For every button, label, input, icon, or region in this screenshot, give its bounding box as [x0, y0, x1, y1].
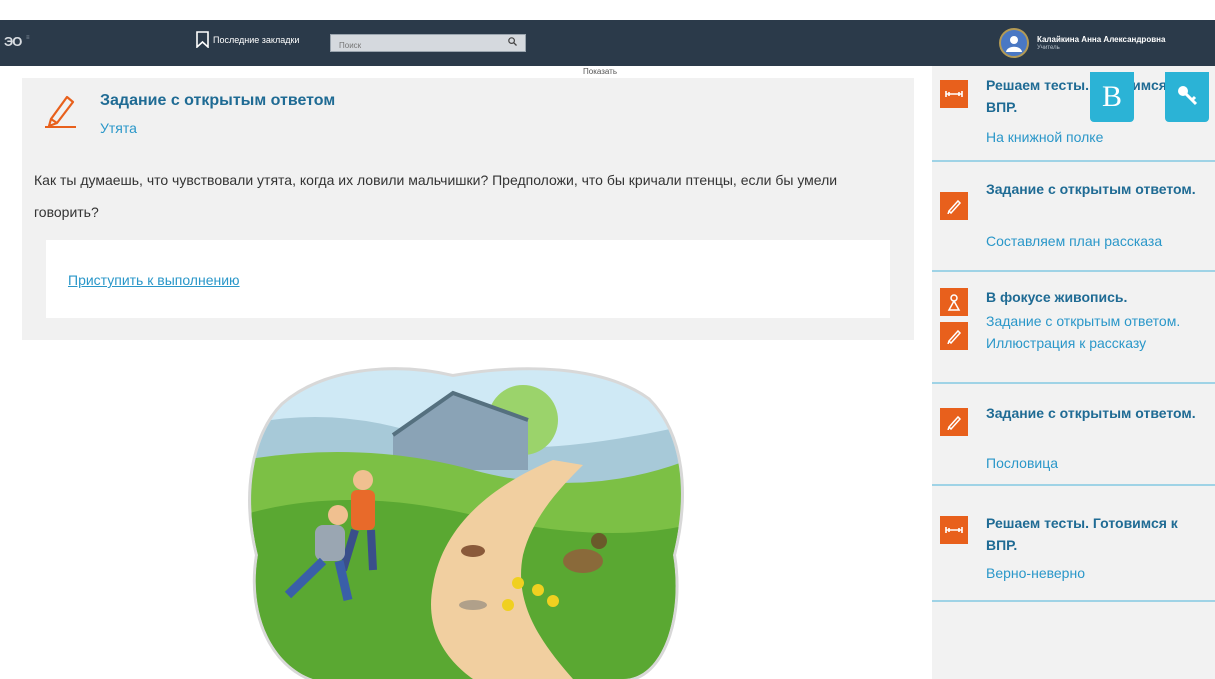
test-icon [940, 80, 968, 108]
sidebar: Решаем тесты. Готовимся к ВПР. На книжно… [932, 66, 1215, 679]
sidebar-item-plan[interactable]: Задание с открытым ответом. Составляем п… [932, 164, 1215, 272]
task-card: Задание с открытым ответом Утята Как ты … [22, 78, 914, 340]
user-menu[interactable]: Калайкина Анна Александровна Учитель [999, 28, 1165, 58]
pencil-icon [42, 92, 78, 133]
search-icon[interactable] [508, 37, 517, 48]
sidebar-item-title: Задание с открытым ответом. [986, 181, 1196, 197]
font-label: B [1101, 80, 1122, 113]
sidebar-item-subtitle: Верно-неверно [986, 565, 1085, 581]
painting-icon [940, 288, 968, 316]
pencil-icon [940, 322, 968, 350]
sidebar-item-subtitle: На книжной полке [986, 129, 1104, 145]
task-subtitle[interactable]: Утята [100, 120, 137, 136]
user-role: Учитель [1037, 45, 1060, 51]
start-box: Приступить к выполнению [46, 240, 890, 318]
sidebar-item-title: Решаем тесты. Готовимся к ВПР. [986, 515, 1178, 553]
page: ЭО ≡ Последние закладки Калайкина Анна А… [0, 0, 1215, 679]
sidebar-item-proverb[interactable]: Задание с открытым ответом. Пословица [932, 386, 1215, 486]
user-info: Калайкина Анна Александровна Учитель [1037, 35, 1165, 51]
pencil-icon [940, 192, 968, 220]
search-input[interactable] [331, 37, 501, 54]
key-icon [1176, 84, 1198, 111]
test-icon [940, 516, 968, 544]
show-link[interactable]: Показать [583, 67, 617, 76]
tools-button[interactable] [1165, 72, 1209, 122]
bookmarks-button[interactable]: Последние закладки [196, 31, 299, 48]
sidebar-item-subtitle: Пословица [986, 455, 1059, 471]
sidebar-item-title: В фокусе живопись. [986, 289, 1128, 305]
app-logo[interactable]: ЭО [4, 34, 22, 49]
font-toggle-button[interactable]: B [1090, 72, 1134, 122]
search-box [330, 34, 526, 54]
sidebar-item-painting[interactable]: В фокусе живопись. Задание с открытым от… [932, 274, 1215, 384]
avatar [999, 28, 1029, 58]
pencil-icon [940, 408, 968, 436]
sidebar-item-subtitle: Составляем план рассказа [986, 233, 1163, 249]
menu-icon[interactable]: ≡ [26, 35, 30, 41]
ducklings-illustration [243, 365, 688, 679]
bookmark-icon [196, 31, 209, 48]
bookmarks-label: Последние закладки [213, 34, 300, 45]
user-name: Калайкина Анна Александровна [1037, 35, 1166, 44]
start-task-link[interactable]: Приступить к выполнению [68, 272, 240, 288]
task-title: Задание с открытым ответом [100, 92, 336, 109]
sidebar-item-true-false[interactable]: Решаем тесты. Готовимся к ВПР. Верно-нев… [932, 488, 1215, 602]
task-question: Как ты думаешь, что чувствовали утята, к… [34, 172, 838, 220]
sidebar-item-subtitle: Задание с открытым ответом. Иллюстрация … [986, 313, 1181, 351]
sidebar-item-title: Задание с открытым ответом. [986, 405, 1196, 421]
top-navbar: ЭО ≡ Последние закладки Калайкина Анна А… [0, 20, 1215, 66]
